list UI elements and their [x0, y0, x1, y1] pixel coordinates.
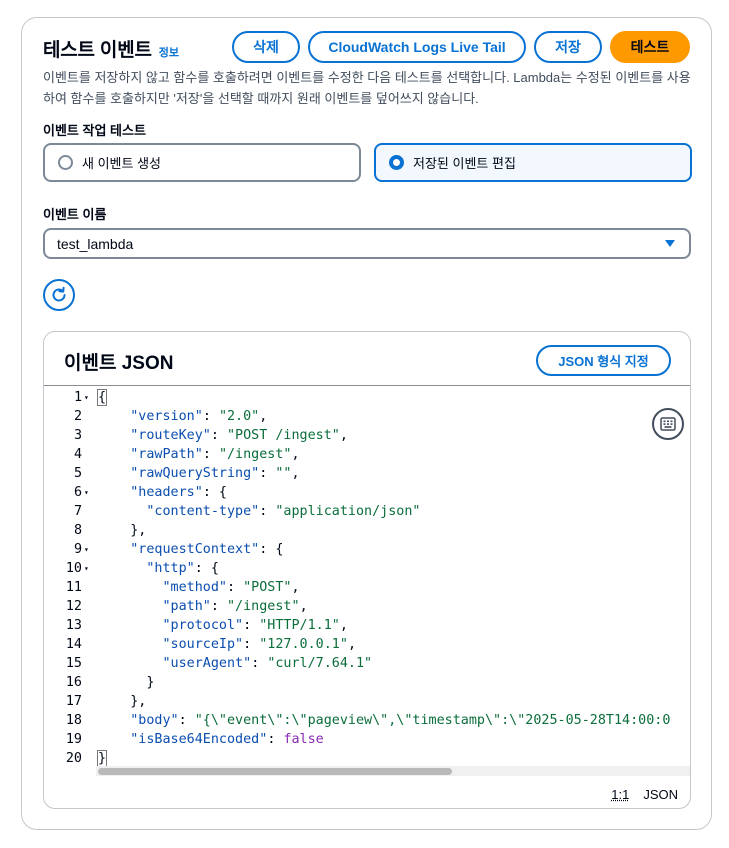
test-event-panel: 테스트 이벤트 정보 삭제 CloudWatch Logs Live Tail …	[21, 17, 712, 830]
editor-status-bar: 1:1 JSON	[611, 787, 678, 802]
code-line: 18 "body": "{\"event\":\"pageview\",\"ti…	[44, 711, 690, 730]
code-line: 2 "version": "2.0",	[44, 407, 690, 426]
code-line: 1 ▾ {	[44, 388, 690, 407]
code-text: "rawPath": "/ingest",	[130, 447, 300, 462]
code-text: "routeKey": "POST /ingest",	[130, 428, 348, 443]
code-text: "requestContext": {	[130, 542, 284, 557]
code-lines: 1 ▾{2 "version": "2.0", 3 "routeKey": "POS…	[44, 388, 690, 768]
event-name-select[interactable]: test_lambda	[43, 228, 691, 259]
line-number: 13	[65, 618, 82, 633]
fold-toggle-icon[interactable]: ▾	[84, 540, 89, 559]
code-line: 17 },	[44, 692, 690, 711]
code-line: 3 "routeKey": "POST /ingest",	[44, 426, 690, 445]
line-number: 5	[73, 466, 82, 481]
line-number: 20	[65, 751, 82, 766]
code-text: "content-type": "application/json"	[146, 504, 421, 519]
line-number: 14	[65, 637, 82, 652]
event-name-label: 이벤트 이름	[43, 207, 107, 222]
option-edit-saved-event-label: 저장된 이벤트 편집	[413, 156, 516, 171]
code-line: 4 "rawPath": "/ingest",	[44, 445, 690, 464]
title-row: 테스트 이벤트 정보	[43, 35, 179, 62]
description: 이벤트를 저장하지 않고 함수를 호출하려면 이벤트를 수정한 다음 테스트를 …	[43, 70, 691, 106]
line-number: 9	[73, 542, 82, 557]
test-button[interactable]: 테스트	[610, 31, 690, 63]
option-edit-saved-event[interactable]: 저장된 이벤트 편집	[374, 143, 692, 182]
code-line: 16 }	[44, 673, 690, 692]
line-number: 10	[65, 561, 82, 576]
line-number: 6	[73, 485, 82, 500]
editor-mode: JSON	[643, 787, 678, 802]
line-number: 4	[73, 447, 82, 462]
keyboard-shortcuts-button[interactable]	[652, 408, 684, 440]
fold-toggle-icon[interactable]: ▾	[84, 388, 89, 407]
code-line: 11 "method": "POST",	[44, 578, 690, 597]
code-text: "sourceIp": "127.0.0.1",	[162, 637, 357, 652]
code-line: 9 ▾ "requestContext": {	[44, 540, 690, 559]
line-number: 16	[65, 675, 82, 690]
line-number: 7	[73, 504, 82, 519]
refresh-button[interactable]	[43, 279, 75, 311]
cursor-position: 1:1	[611, 787, 630, 802]
delete-button[interactable]: 삭제	[232, 31, 300, 63]
code-text: "headers": {	[130, 485, 227, 500]
code-text: "userAgent": "curl/7.64.1"	[162, 656, 373, 671]
code-text: "isBase64Encoded": false	[130, 732, 324, 747]
line-number: 19	[65, 732, 82, 747]
code-line: 15 "userAgent": "curl/7.64.1"	[44, 654, 690, 673]
line-number: 1	[73, 390, 82, 405]
code-line: 5 "rawQueryString": "",	[44, 464, 690, 483]
code-line: 14 "sourceIp": "127.0.0.1",	[44, 635, 690, 654]
line-number: 8	[73, 523, 82, 538]
event-action-label: 이벤트 작업 테스트	[43, 123, 146, 138]
fold-toggle-icon[interactable]: ▾	[84, 559, 89, 578]
code-text: "http": {	[146, 561, 219, 576]
line-number: 18	[65, 713, 82, 728]
fold-toggle-icon[interactable]: ▾	[84, 483, 89, 502]
code-line: 8 },	[44, 521, 690, 540]
option-create-new-event[interactable]: 새 이벤트 생성	[43, 143, 361, 182]
line-number: 15	[65, 656, 82, 671]
code-text: "protocol": "HTTP/1.1",	[162, 618, 348, 633]
code-line: 13 "protocol": "HTTP/1.1",	[44, 616, 690, 635]
code-text: }	[98, 675, 155, 690]
refresh-icon	[52, 286, 66, 302]
code-line: 7 "content-type": "application/json"	[44, 502, 690, 521]
horizontal-scrollbar[interactable]	[96, 766, 690, 776]
line-number: 11	[65, 580, 82, 595]
code-line: 6 ▾ "headers": {	[44, 483, 690, 502]
line-number: 2	[73, 409, 82, 424]
line-number: 12	[65, 599, 82, 614]
code-text: "method": "POST",	[162, 580, 300, 595]
code-line: 12 "path": "/ingest",	[44, 597, 690, 616]
code-text: "version": "2.0",	[130, 409, 268, 424]
code-text: },	[98, 523, 147, 538]
caret-down-icon	[665, 240, 675, 247]
keyboard-icon	[660, 417, 676, 431]
page-title: 테스트 이벤트	[43, 40, 152, 61]
code-text: },	[98, 694, 147, 709]
json-editor[interactable]: 1 ▾{2 "version": "2.0", 3 "routeKey": "POS…	[44, 385, 690, 779]
event-name-value: test_lambda	[57, 235, 134, 252]
line-number: 3	[73, 428, 82, 443]
option-create-new-event-label: 새 이벤트 생성	[82, 156, 161, 171]
cloudwatch-live-tail-button[interactable]: CloudWatch Logs Live Tail	[308, 31, 526, 63]
code-text: "body": "{\"event\":\"pageview\",\"times…	[130, 713, 671, 728]
event-json-container: 이벤트 JSON JSON 형식 지정 1 ▾{2 "version": "2.0…	[43, 331, 691, 809]
radio-edit-saved-event[interactable]	[389, 155, 404, 170]
format-json-button[interactable]: JSON 형식 지정	[536, 345, 671, 376]
radio-create-new-event[interactable]	[58, 155, 73, 170]
save-button[interactable]: 저장	[534, 31, 602, 63]
code-text: {	[96, 389, 108, 406]
scrollbar-thumb[interactable]	[98, 768, 452, 775]
code-line: 10 ▾ "http": {	[44, 559, 690, 578]
code-text: "path": "/ingest",	[162, 599, 308, 614]
code-text: "rawQueryString": "",	[130, 466, 300, 481]
event-json-title: 이벤트 JSON	[64, 353, 174, 374]
info-link[interactable]: 정보	[159, 44, 179, 60]
code-line: 19 "isBase64Encoded": false	[44, 730, 690, 749]
line-number: 17	[65, 694, 82, 709]
